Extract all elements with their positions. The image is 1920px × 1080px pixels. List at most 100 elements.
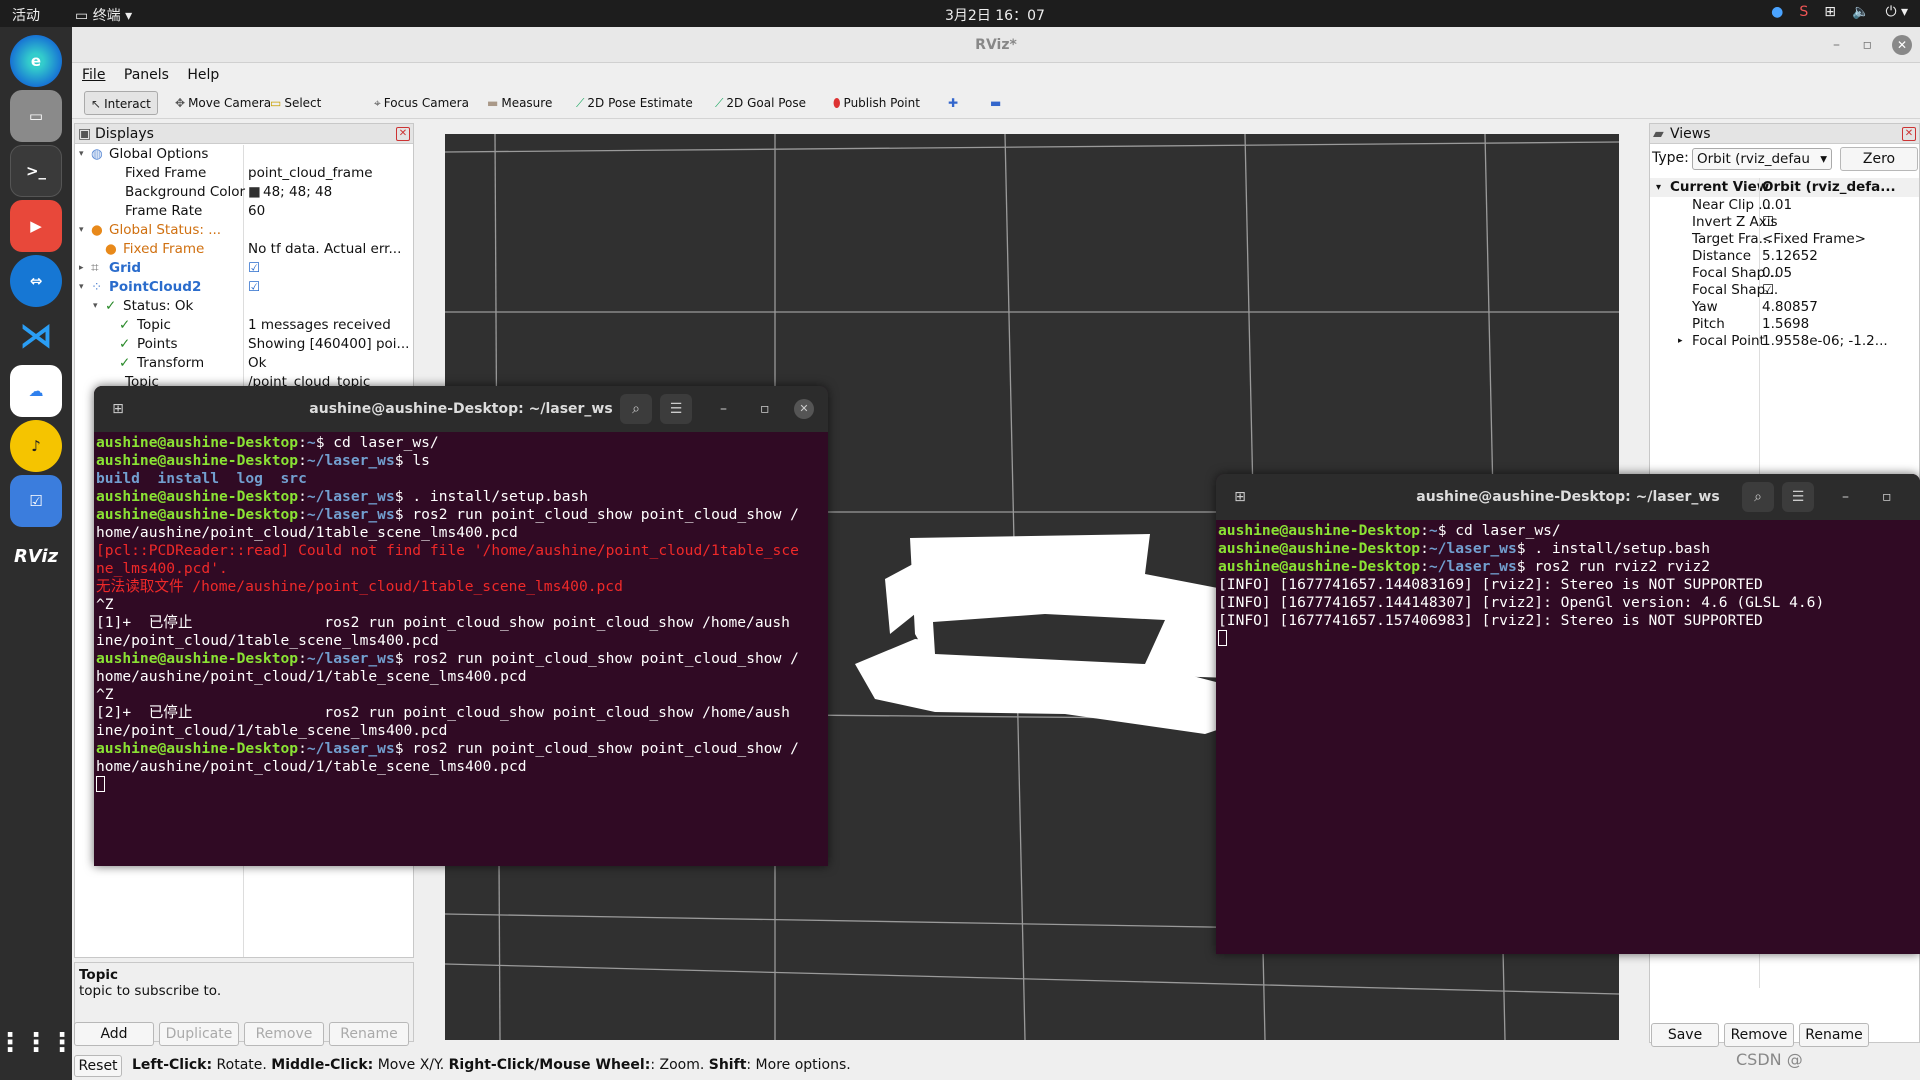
display-row-value[interactable]: 1 messages received <box>248 316 413 335</box>
show-apps-icon[interactable]: ⋮⋮⋮ <box>0 1017 75 1069</box>
display-row[interactable]: ⁘ PointCloud2 ☑ ▾ <box>75 278 413 297</box>
display-row-value[interactable]: 60 <box>248 202 413 221</box>
music-app-icon[interactable]: ♪ <box>10 420 62 472</box>
enable-checkbox[interactable]: ☑ <box>248 259 260 278</box>
rename-button[interactable]: Rename <box>329 1022 409 1046</box>
terminal-dock-icon[interactable]: >_ <box>10 145 62 197</box>
clock[interactable]: 3月2日 16：07 <box>945 5 1045 25</box>
tool-focus-camera[interactable]: ⌖ Focus Camera <box>368 91 475 115</box>
view-checkbox[interactable]: ☑ <box>1762 282 1774 299</box>
display-row[interactable]: ● Fixed Frame No tf data. Actual err... <box>75 240 413 259</box>
menu-help[interactable]: Help <box>187 67 219 83</box>
hamburger-menu-icon[interactable]: ☰ <box>1782 482 1814 512</box>
close-views-icon[interactable]: ✕ <box>1902 127 1916 141</box>
view-property-row[interactable]: Focal Shap... 0.05 <box>1650 265 1919 282</box>
display-row[interactable]: Fixed Frame point_cloud_frame <box>75 164 413 183</box>
tool-2d-goal-pose[interactable]: ⟋ 2D Goal Pose <box>709 91 812 115</box>
tasks-app-icon[interactable]: ☑ <box>10 475 62 527</box>
view-property-row[interactable]: Near Clip ... 0.01 <box>1650 197 1919 214</box>
close-icon[interactable]: ✕ <box>794 399 814 419</box>
search-icon[interactable]: ⌕ <box>1742 482 1774 512</box>
minimize-icon[interactable]: – <box>1842 474 1849 520</box>
view-property-value[interactable]: <Fixed Frame> <box>1762 231 1918 248</box>
close-button[interactable]: ✕ <box>1892 35 1912 55</box>
color-swatch[interactable]: ■ <box>248 183 261 202</box>
tool-2d-pose-estimate[interactable]: ⟋ 2D Pose Estimate <box>570 91 699 115</box>
view-property-row[interactable]: Focal Point ▸ 1.9558e-06; -1.2... <box>1650 333 1919 350</box>
remove-tool-button[interactable]: ▬ <box>984 91 1007 115</box>
expand-arrow-icon[interactable]: ▾ <box>79 145 84 164</box>
terminal-window-2[interactable]: ⊞ aushine@aushine-Desktop: ~/laser_ws ⌕ … <box>1216 474 1920 954</box>
expand-arrow-icon[interactable]: ▸ <box>1678 333 1683 350</box>
view-property-value[interactable]: 0.01 <box>1762 197 1918 214</box>
display-row[interactable]: Background Color ■ 48; 48; 48 <box>75 183 413 202</box>
view-checkbox[interactable]: ☐ <box>1762 214 1774 231</box>
display-row[interactable]: ✓ Status: Ok ▾ <box>75 297 413 316</box>
expand-arrow-icon[interactable]: ▾ <box>79 221 84 240</box>
display-row[interactable]: ✓ Transform Ok <box>75 354 413 373</box>
new-tab-icon[interactable]: ⊞ <box>102 394 134 424</box>
display-row-value[interactable]: 48; 48; 48 <box>263 183 413 202</box>
view-property-row[interactable]: Pitch 1.5698 <box>1650 316 1919 333</box>
hamburger-menu-icon[interactable]: ☰ <box>660 394 692 424</box>
power-icon[interactable]: ⏻ ▾ <box>1885 4 1908 20</box>
view-property-row[interactable]: Focal Shap... ☑ <box>1650 282 1919 299</box>
maximize-icon[interactable]: ▫ <box>760 386 770 432</box>
duplicate-button[interactable]: Duplicate <box>159 1022 239 1046</box>
maximize-icon[interactable]: ▫ <box>1882 474 1892 520</box>
display-row-value[interactable]: Ok <box>248 354 413 373</box>
chat-icon[interactable]: ● <box>1771 4 1783 20</box>
tool-interact[interactable]: ↖ Interact <box>84 91 158 115</box>
system-tray[interactable]: ● S ⊞ 🔈 ⏻ ▾ <box>1771 4 1908 20</box>
remove-button[interactable]: Remove <box>244 1022 324 1046</box>
rviz-dock-icon[interactable]: RViz <box>10 530 62 582</box>
view-property-row[interactable]: Target Fra... <Fixed Frame> <box>1650 231 1919 248</box>
remove-view-button[interactable]: Remove <box>1724 1023 1794 1047</box>
edge-browser-icon[interactable]: e <box>10 35 62 87</box>
save-view-button[interactable]: Save <box>1651 1023 1719 1047</box>
view-property-value[interactable]: 5.12652 <box>1762 248 1918 265</box>
display-row-value[interactable]: point_cloud_frame <box>248 164 413 183</box>
add-button[interactable]: Add <box>74 1022 154 1046</box>
menu-panels[interactable]: Panels <box>124 67 169 83</box>
display-row-value[interactable]: Showing [460400] poi... <box>248 335 413 354</box>
view-property-row[interactable]: Invert Z Axis ☐ <box>1650 214 1919 231</box>
display-row[interactable]: Frame Rate 60 <box>75 202 413 221</box>
view-property-row[interactable]: Yaw 4.80857 <box>1650 299 1919 316</box>
view-type-select[interactable]: Orbit (rviz_defau ▾ <box>1692 148 1832 170</box>
view-property-value[interactable]: 1.5698 <box>1762 316 1918 333</box>
rename-view-button[interactable]: Rename <box>1799 1023 1869 1047</box>
app-menu[interactable]: ▭ 终端 ▾ <box>75 5 132 25</box>
display-row[interactable]: ✓ Topic 1 messages received <box>75 316 413 335</box>
network-icon[interactable]: ⊞ <box>1824 4 1836 20</box>
terminal-window-1[interactable]: ⊞ aushine@aushine-Desktop: ~/laser_ws ⌕ … <box>94 386 828 866</box>
new-tab-icon[interactable]: ⊞ <box>1224 482 1256 512</box>
display-row[interactable]: ✓ Points Showing [460400] poi... <box>75 335 413 354</box>
tool-select[interactable]: ▭ Select <box>264 91 327 115</box>
reset-button[interactable]: Reset <box>74 1055 122 1077</box>
tool-measure[interactable]: ▬ Measure <box>481 91 558 115</box>
display-row[interactable]: ◍ Global Options ▾ <box>75 145 413 164</box>
enable-checkbox[interactable]: ☑ <box>248 278 260 297</box>
expand-arrow-icon[interactable]: ▾ <box>79 278 84 297</box>
volume-icon[interactable]: 🔈 <box>1852 4 1869 20</box>
add-tool-button[interactable]: ✚ <box>942 91 964 115</box>
tool-publish-point[interactable]: ⬮ Publish Point <box>827 91 926 115</box>
expand-arrow-icon[interactable]: ▸ <box>79 259 84 278</box>
view-property-value[interactable]: 4.80857 <box>1762 299 1918 316</box>
menu-file[interactable]: File <box>82 67 105 83</box>
terminal-2-output[interactable]: aushine@aushine-Desktop:~$ cd laser_ws/a… <box>1216 520 1920 653</box>
files-icon[interactable]: ▭ <box>10 90 62 142</box>
expand-arrow-icon[interactable]: ▾ <box>93 297 98 316</box>
s-icon[interactable]: S <box>1799 4 1808 20</box>
search-icon[interactable]: ⌕ <box>620 394 652 424</box>
view-property-value[interactable]: 1.9558e-06; -1.2... <box>1762 333 1918 350</box>
minimize-button[interactable]: – <box>1833 27 1840 63</box>
current-view-row[interactable]: ▾ Current View Orbit (rviz_defa... <box>1650 178 1919 197</box>
display-row[interactable]: ● Global Status: ... ▾ <box>75 221 413 240</box>
tool-move-camera[interactable]: ✥ Move Camera <box>169 91 277 115</box>
terminal-1-output[interactable]: aushine@aushine-Desktop:~$ cd laser_ws/a… <box>94 432 828 799</box>
zero-button[interactable]: Zero <box>1840 147 1918 171</box>
activities-button[interactable]: 活动 <box>12 5 40 25</box>
display-row[interactable]: ⌗ Grid ☑ ▸ <box>75 259 413 278</box>
